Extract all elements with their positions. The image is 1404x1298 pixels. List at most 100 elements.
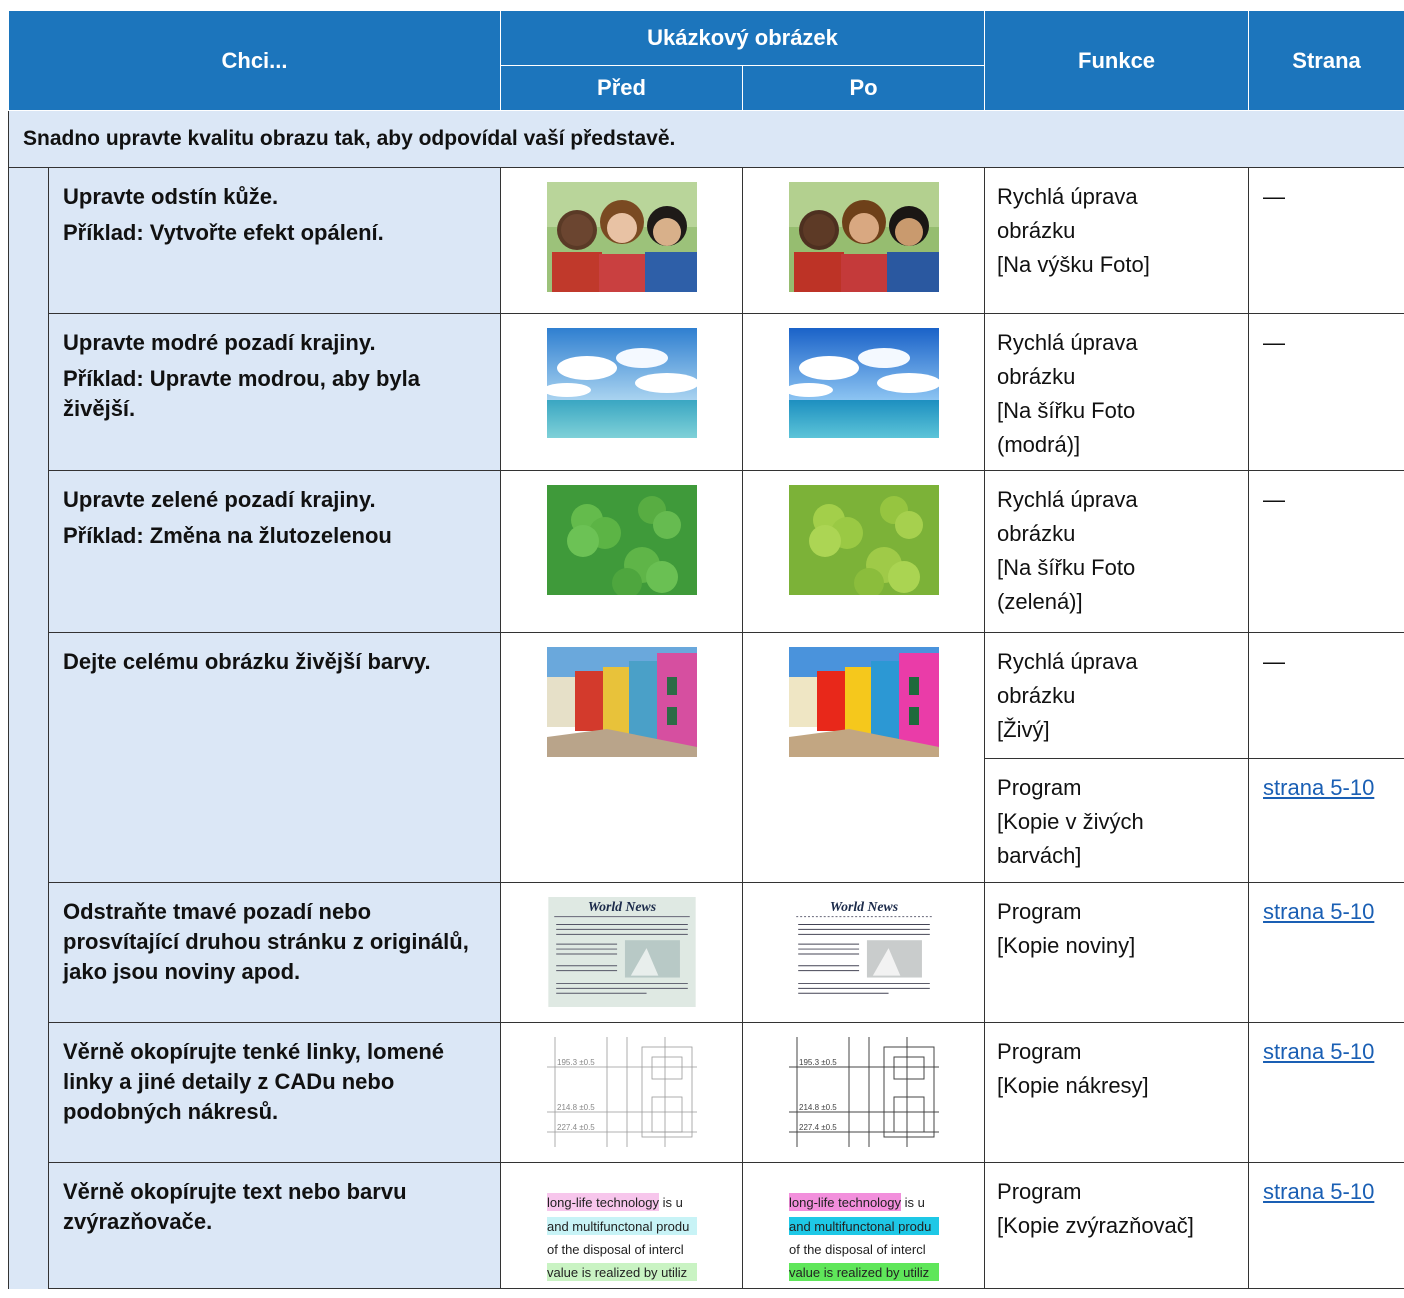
page-cell: strana 5-10 (1248, 1022, 1404, 1163)
highlight-line: long-life technology is u (789, 1195, 925, 1210)
highlight-line: value is realized by utiliz (789, 1265, 929, 1280)
want-text: Věrně okopírujte text nebo barvu zvýrazň… (63, 1179, 407, 1234)
function-line: Program (997, 1039, 1082, 1064)
function-line: Program (997, 899, 1082, 924)
example-text: Příklad: Vytvořte efekt opálení. (63, 220, 384, 245)
svg-text:195.3 ±0.5: 195.3 ±0.5 (799, 1058, 837, 1067)
header-sample-image: Ukázkový obrázek (500, 10, 986, 66)
example-text: Příklad: Změna na žlutozelenou (63, 523, 392, 548)
page-link[interactable]: strana 5-10 (1263, 775, 1374, 800)
svg-text:227.4 ±0.5: 227.4 ±0.5 (557, 1123, 595, 1132)
function-cell: Rychlá úprava obrázku [Živý] (984, 632, 1250, 759)
after-image-cell (742, 632, 986, 883)
header-before: Před (500, 65, 744, 111)
page-cell: strana 5-10 (1248, 1162, 1404, 1289)
after-image-cell (742, 470, 986, 633)
function-line: barvách] (997, 843, 1082, 868)
highlight-line: value is realized by utiliz (547, 1265, 687, 1280)
header-function: Funkce (984, 10, 1250, 111)
sky-sea-photo-icon (546, 328, 697, 438)
function-line: obrázku (997, 218, 1076, 243)
before-image-cell (500, 313, 744, 471)
colorful-houses-photo-icon (546, 647, 697, 757)
svg-text:227.4 ±0.5: 227.4 ±0.5 (799, 1123, 837, 1132)
news-headline: World News (829, 899, 897, 914)
svg-text:214.8 ±0.5: 214.8 ±0.5 (799, 1103, 837, 1112)
header-after: Po (742, 65, 986, 111)
svg-text:214.8 ±0.5: 214.8 ±0.5 (557, 1103, 595, 1112)
table-row: Věrně okopírujte tenké linky, lomené lin… (9, 1022, 1404, 1163)
cad-drawing-icon: 195.3 ±0.5 214.8 ±0.5 227.4 ±0.5 (546, 1037, 697, 1147)
section-title: Snadno upravte kvalitu obrazu tak, aby o… (7, 110, 1404, 168)
svg-text:195.3 ±0.5: 195.3 ±0.5 (557, 1058, 595, 1067)
table-row: Upravte zelené pozadí krajiny. Příklad: … (9, 470, 1404, 633)
row-gutter (8, 167, 49, 1289)
example-text: Příklad: Upravte modrou, aby byla živějš… (63, 366, 420, 421)
function-line: Rychlá úprava (997, 487, 1138, 512)
page-link[interactable]: strana 5-10 (1263, 1039, 1374, 1064)
before-image-cell: 195.3 ±0.5 214.8 ±0.5 227.4 ±0.5 (500, 1022, 744, 1163)
want-cell: Věrně okopírujte text nebo barvu zvýrazň… (47, 1162, 502, 1289)
after-image-cell: World News (742, 882, 986, 1023)
clover-yellowgreen-photo-icon (788, 485, 939, 595)
function-cell: Rychlá úprava obrázku [Na šířku Foto (mo… (984, 313, 1250, 471)
before-image-cell (500, 167, 744, 314)
page-cell: strana 5-10 (1248, 758, 1404, 883)
want-text: Upravte modré pozadí krajiny. (63, 330, 376, 355)
page-link[interactable]: strana 5-10 (1263, 1179, 1374, 1204)
highlighted-text-icon: long-life technology is u and multifunct… (546, 1191, 697, 1283)
function-line: [Na šířku Foto (997, 398, 1136, 423)
page-link[interactable]: strana 5-10 (1263, 899, 1374, 924)
highlight-line: and multifunctonal produ (547, 1219, 689, 1234)
table-row: Odstraňte tmavé pozadí nebo prosvítající… (9, 882, 1404, 1023)
want-text: Upravte zelené pozadí krajiny. (63, 487, 376, 512)
want-text: Odstraňte tmavé pozadí nebo prosvítající… (63, 899, 469, 984)
want-cell: Odstraňte tmavé pozadí nebo prosvítající… (47, 882, 502, 1023)
feature-table-page: Chci... Ukázkový obrázek Funkce Strana P… (7, 10, 1404, 1289)
highlight-line: of the disposal of intercl (547, 1242, 684, 1257)
before-image-cell: long-life technology is u and multifunct… (500, 1162, 744, 1289)
sky-sea-vivid-photo-icon (788, 328, 939, 438)
want-text: Věrně okopírujte tenké linky, lomené lin… (63, 1039, 445, 1124)
table-row: Dejte celému obrázku živější barvy. Rych… (9, 632, 1404, 883)
function-line: Program (997, 1179, 1082, 1204)
after-image-cell: long-life technology is u and multifunct… (742, 1162, 986, 1289)
function-line: obrázku (997, 683, 1076, 708)
page-none: — (1263, 330, 1286, 355)
function-line: (zelená)] (997, 589, 1083, 614)
function-line: Rychlá úprava (997, 184, 1138, 209)
function-cell: Program [Kopie v živých barvách] (984, 758, 1250, 883)
header-page: Strana (1248, 10, 1404, 111)
function-line: [Na výšku Foto] (997, 252, 1150, 277)
before-image-cell (500, 632, 744, 883)
table-row: Věrně okopírujte text nebo barvu zvýrazň… (9, 1162, 1404, 1289)
function-line: [Kopie nákresy] (997, 1073, 1149, 1098)
after-image-cell (742, 313, 986, 471)
highlight-line: and multifunctonal produ (789, 1219, 931, 1234)
function-cell: Program [Kopie zvýrazňovač] (984, 1162, 1250, 1289)
want-text: Dejte celému obrázku živější barvy. (63, 649, 431, 674)
function-cell: Program [Kopie nákresy] (984, 1022, 1250, 1163)
before-image-cell (500, 470, 744, 633)
after-image-cell (742, 167, 986, 314)
function-line: [Kopie noviny] (997, 933, 1136, 958)
function-cell: Rychlá úprava obrázku [Na šířku Foto (ze… (984, 470, 1250, 633)
image-quality-table: Chci... Ukázkový obrázek Funkce Strana P… (7, 10, 1404, 1289)
function-line: [Kopie v živých (997, 809, 1144, 834)
before-image-cell: World News (500, 882, 744, 1023)
header-want: Chci... (7, 10, 502, 111)
want-cell: Věrně okopírujte tenké linky, lomené lin… (47, 1022, 502, 1163)
newspaper-clean-icon: World News (789, 897, 939, 1009)
want-cell: Upravte modré pozadí krajiny. Příklad: U… (47, 313, 502, 471)
table-row: Upravte modré pozadí krajiny. Příklad: U… (9, 313, 1404, 471)
page-cell: — (1248, 470, 1404, 633)
function-line: Rychlá úprava (997, 649, 1138, 674)
people-photo-icon (546, 182, 697, 292)
page-none: — (1263, 184, 1286, 209)
page-cell: — (1248, 632, 1404, 759)
function-line: [Kopie zvýrazňovač] (997, 1213, 1194, 1238)
function-cell: Program [Kopie noviny] (984, 882, 1250, 1023)
want-text: Upravte odstín kůže. (63, 184, 279, 209)
function-line: obrázku (997, 364, 1076, 389)
colorful-houses-vivid-photo-icon (788, 647, 939, 757)
